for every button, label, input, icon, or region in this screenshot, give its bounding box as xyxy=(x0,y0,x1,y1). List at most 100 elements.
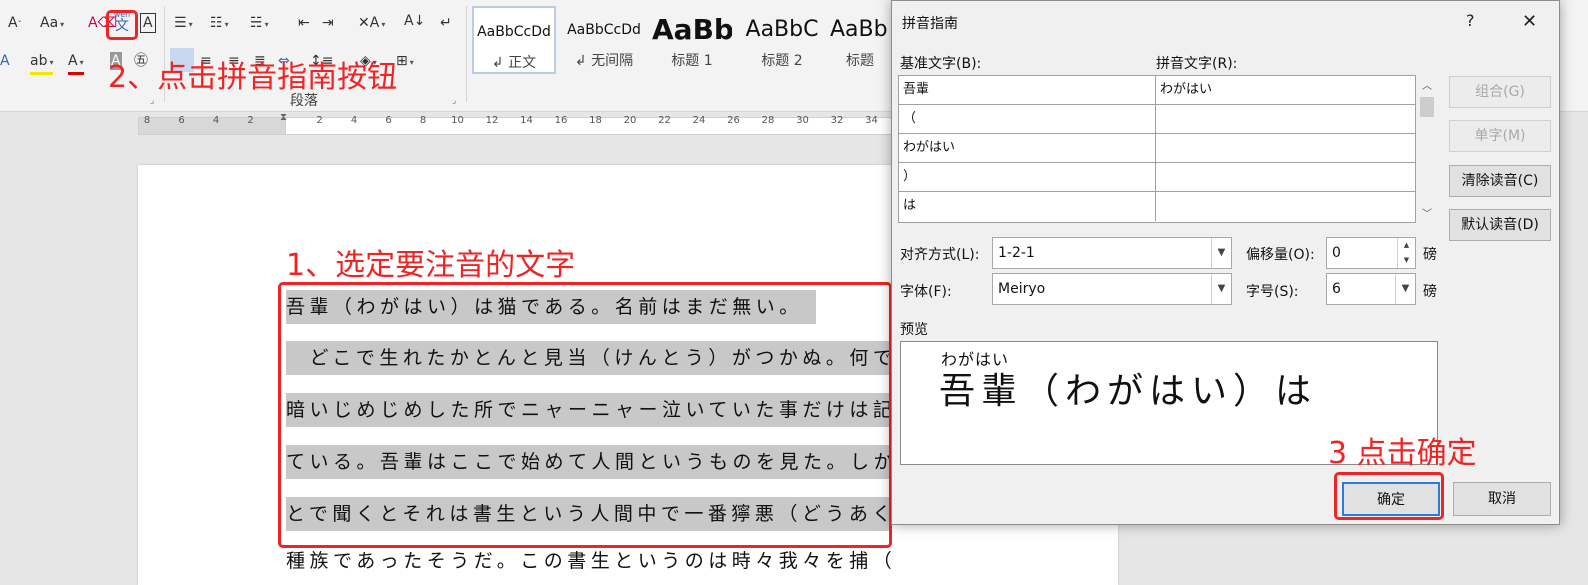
style-name: ↲ 无间隔 xyxy=(574,53,634,69)
grid-scrollbar[interactable]: ︿ ﹀ xyxy=(1418,75,1436,223)
ruler-tick: 16 xyxy=(554,115,568,126)
ruler-tick: 22 xyxy=(658,115,671,126)
style-sample: AaBbC xyxy=(745,17,819,42)
cancel-button[interactable]: 取消 xyxy=(1453,482,1551,516)
asian-layout-icon[interactable]: ✕A ▾ xyxy=(358,14,385,34)
ruler-tick: 32 xyxy=(830,115,844,126)
ruler-tick: 4 xyxy=(212,115,220,126)
step1-annotation: 1、选定要注音的文字 xyxy=(286,248,576,283)
preview-label: 预览 xyxy=(900,322,928,338)
spin-down-icon[interactable]: ▼ xyxy=(1397,253,1415,268)
ruby-cell[interactable] xyxy=(1156,192,1415,221)
selection-highlight xyxy=(278,282,892,548)
paragraph-dialog-launcher-icon[interactable]: ⌟ xyxy=(452,96,456,106)
base-cell[interactable]: わがはい xyxy=(899,134,1156,163)
ruby-cell[interactable] xyxy=(1156,134,1415,163)
bullets-icon[interactable]: ☰ ▾ xyxy=(174,14,193,34)
style-sample: AaBb xyxy=(830,17,888,42)
ruler-tick: 34 xyxy=(865,115,878,126)
style-sample: AaBb xyxy=(652,13,732,46)
chevron-down-icon[interactable]: ▼ xyxy=(1211,274,1231,304)
sort-icon[interactable]: A↓ xyxy=(404,12,425,30)
group-button[interactable]: 组合(G) xyxy=(1449,76,1551,108)
base-cell[interactable]: ） xyxy=(899,163,1156,192)
increase-indent-icon[interactable]: ⇥ xyxy=(322,14,334,32)
font-select[interactable]: Meiryo ▼ xyxy=(992,273,1232,305)
style-no-spacing[interactable]: AaBbCcDd ↲ 无间隔 xyxy=(562,6,646,74)
multilevel-list-icon[interactable]: ☵ ▾ xyxy=(250,14,269,34)
ruler-tick: 14 xyxy=(520,115,533,126)
ruby-grid: 吾輩 わがはい （ わがはい ） は xyxy=(898,75,1416,223)
style-heading-1[interactable]: AaBb 标题 1 xyxy=(652,6,732,74)
ruler-tick: 8 xyxy=(419,115,427,126)
ruby-cell[interactable]: わがはい xyxy=(1156,76,1415,105)
style-normal[interactable]: AaBbCcDd ↲ 正文 xyxy=(472,6,556,74)
font-label: 字体(F): xyxy=(900,284,952,300)
decrease-indent-icon[interactable]: ⇤ xyxy=(298,14,310,32)
highlight-icon[interactable]: ab ▾ xyxy=(30,52,54,75)
style-name: 标题 xyxy=(846,53,874,69)
alignment-value: 1-2-1 xyxy=(998,245,1035,261)
ruler-tick: 24 xyxy=(692,115,706,126)
base-cell[interactable]: は xyxy=(899,192,1156,221)
size-select[interactable]: 6 ▼ xyxy=(1326,273,1416,305)
style-name: ↲ 正文 xyxy=(491,55,537,71)
ruby-cell[interactable] xyxy=(1156,105,1415,134)
close-icon[interactable]: ✕ xyxy=(1522,11,1537,32)
change-case-icon[interactable]: Aa ▾ xyxy=(40,14,64,34)
scroll-down-icon[interactable]: ﹀ xyxy=(1422,205,1432,220)
base-cell[interactable]: 吾輩 xyxy=(899,76,1156,105)
indent-marker-icon[interactable]: ⧗ xyxy=(280,112,287,123)
style-name: 标题 2 xyxy=(761,53,803,69)
font-value: Meiryo xyxy=(998,281,1046,297)
ruler-tick: 6 xyxy=(178,115,185,126)
ribbon-divider xyxy=(466,6,467,102)
ruby-cell[interactable] xyxy=(1156,163,1415,192)
shrink-font-icon[interactable]: Aˇ xyxy=(8,14,22,34)
spin-up-icon[interactable]: ▲ xyxy=(1397,238,1415,253)
ruler-tick: 2 xyxy=(316,115,323,126)
chevron-down-icon[interactable]: ▼ xyxy=(1395,274,1415,304)
font-color-icon[interactable]: A ▾ xyxy=(68,52,84,75)
borders-icon[interactable]: ⊞ ▾ xyxy=(396,52,414,72)
document-line[interactable]: 種族であったそうだ。この書生というのは時々我々を捕（つか xyxy=(286,544,891,578)
ruler-tick: 2 xyxy=(247,115,254,126)
numbering-icon[interactable]: ☷ ▾ xyxy=(210,14,229,34)
size-label: 字号(S): xyxy=(1246,284,1299,300)
clear-reading-button[interactable]: 清除读音(C) xyxy=(1449,165,1551,197)
ruler-tick: 6 xyxy=(385,115,392,126)
preview-text: 吾輩（わがはい）は xyxy=(939,371,1318,412)
font-dialog-launcher-icon[interactable]: ⌟ xyxy=(150,96,154,106)
scroll-thumb[interactable] xyxy=(1420,97,1434,117)
help-icon[interactable]: ? xyxy=(1466,11,1475,30)
chevron-down-icon[interactable]: ▼ xyxy=(1211,238,1231,268)
style-sample: AaBbCcDd xyxy=(477,24,551,40)
ruler-tick: 12 xyxy=(485,115,499,126)
style-heading-2[interactable]: AaBbC 标题 2 xyxy=(740,6,824,74)
base-text-label: 基准文字(B): xyxy=(900,56,982,72)
alignment-select[interactable]: 1-2-1 ▼ xyxy=(992,237,1232,269)
size-unit: 磅 xyxy=(1423,284,1437,300)
step3-annotation: 3 点击确定 xyxy=(1328,436,1477,471)
size-value: 6 xyxy=(1332,281,1341,297)
style-title[interactable]: AaBb 标题 xyxy=(830,6,890,74)
text-effects-icon[interactable]: A xyxy=(0,52,10,70)
char-border-icon[interactable]: A xyxy=(140,13,156,33)
mono-button[interactable]: 单字(M) xyxy=(1449,120,1551,152)
ok-button-highlight xyxy=(1334,472,1444,520)
show-marks-icon[interactable]: ↵ xyxy=(440,14,452,32)
alignment-label: 对齐方式(L): xyxy=(900,247,980,263)
ruler-tick: 28 xyxy=(761,115,775,126)
scroll-up-icon[interactable]: ︿ xyxy=(1422,77,1432,92)
default-reading-button[interactable]: 默认读音(D) xyxy=(1449,209,1551,241)
offset-stepper[interactable]: 0 ▲ ▼ xyxy=(1326,237,1416,269)
step2-annotation: 2、点击拼音指南按钮 xyxy=(108,60,398,95)
ruler-tick: 26 xyxy=(727,115,740,126)
ruler-tick: 8 xyxy=(143,115,151,126)
phonetic-button-highlight xyxy=(106,10,138,40)
ruler-tick: 20 xyxy=(623,115,637,126)
base-cell[interactable]: （ xyxy=(899,105,1156,134)
style-sample: AaBbCcDd xyxy=(567,22,641,38)
offset-value: 0 xyxy=(1332,245,1341,261)
ruler-tick: 30 xyxy=(796,115,809,126)
